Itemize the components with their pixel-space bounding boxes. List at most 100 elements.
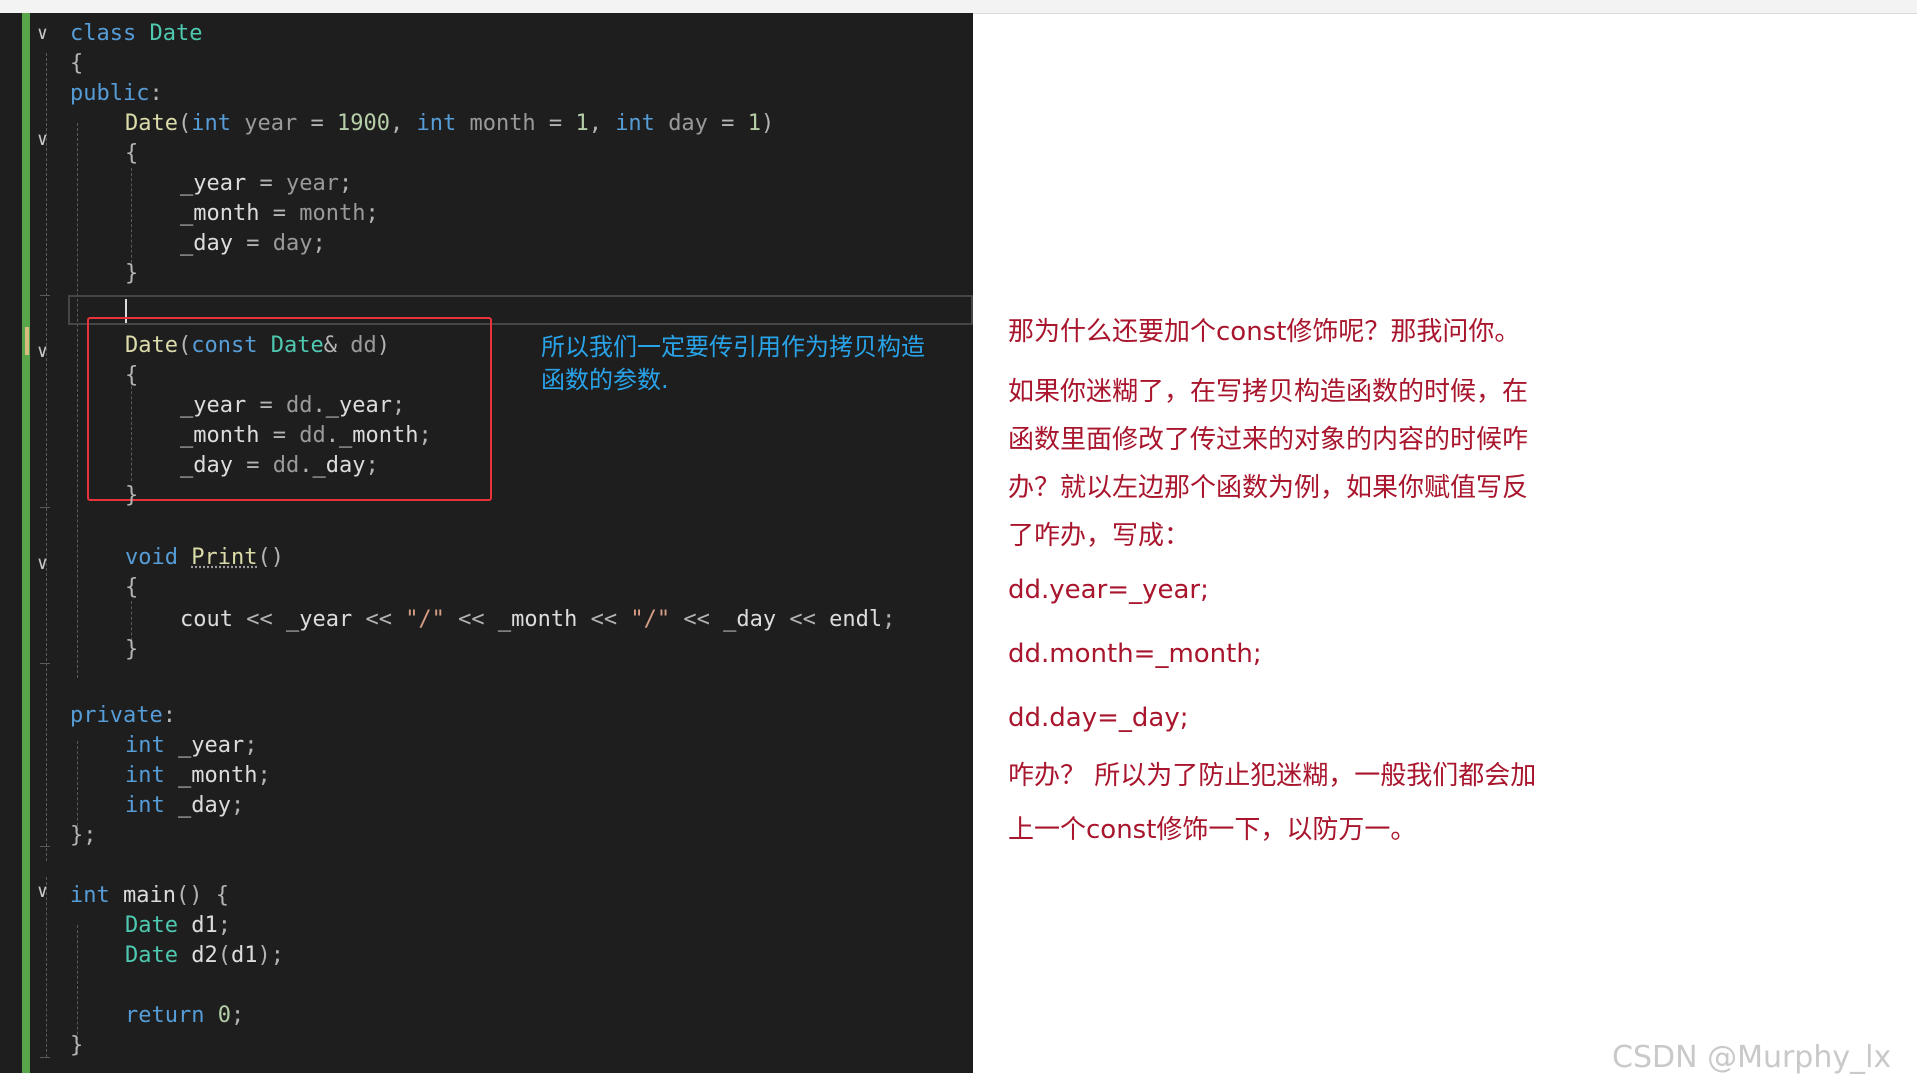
code-line-3[interactable]: public:: [70, 79, 163, 109]
code-token: return: [125, 1003, 205, 1028]
code-token: 1900: [336, 111, 390, 136]
code-line-27[interactable]: };: [70, 821, 97, 851]
code-token: );: [257, 943, 284, 968]
code-token: (): [257, 545, 284, 570]
code-token: dd: [272, 453, 300, 478]
code-token: day: [272, 231, 313, 256]
fold-chevron-constructor[interactable]: ∨: [37, 125, 48, 155]
code-token: ): [760, 111, 775, 136]
code-token: .: [299, 453, 313, 478]
code-token: :: [162, 703, 176, 728]
code-token: int: [70, 883, 110, 908]
code-line-19[interactable]: {: [125, 573, 138, 603]
code-line-14[interactable]: _month = dd._month;: [180, 421, 432, 451]
code-line-8[interactable]: _day = day;: [180, 229, 326, 259]
note-line: dd.month=_month;: [1008, 639, 1262, 669]
code-line-9[interactable]: }: [125, 259, 138, 289]
fold-end-tick: [40, 507, 50, 508]
code-line-12[interactable]: {: [125, 361, 138, 391]
code-line-13[interactable]: _year = dd._year;: [180, 391, 405, 421]
code-line-7[interactable]: _month = month;: [180, 199, 379, 229]
code-token: <<: [232, 607, 286, 632]
note-line: 办？就以左边那个函数为例，如果你赋值写反: [1008, 473, 1529, 503]
code-line-29[interactable]: int main() {: [70, 881, 229, 911]
code-line-30[interactable]: Date d1;: [125, 911, 231, 941]
code-token: cout: [180, 607, 233, 632]
fold-chevron-main[interactable]: ∨: [37, 877, 48, 907]
code-token: 1: [575, 111, 589, 136]
code-token: year: [244, 111, 298, 136]
code-line-15[interactable]: _day = dd._day;: [180, 451, 379, 481]
code-token: int: [125, 793, 165, 818]
code-line-11[interactable]: Date(const Date& dd): [125, 331, 390, 361]
code-line-18[interactable]: void Print(): [125, 543, 284, 573]
code-token: dd: [350, 333, 377, 358]
code-token: =: [232, 231, 273, 256]
code-token: year: [285, 171, 339, 196]
code-token: 0: [217, 1003, 231, 1028]
code-token: ;: [312, 231, 326, 256]
code-token: ,: [389, 111, 417, 136]
code-token: int: [191, 111, 231, 136]
note-line: 咋办？ 所以为了防止犯迷糊，一般我们都会加: [1008, 761, 1537, 791]
code-token: <<: [352, 607, 406, 632]
code-token: d2: [191, 943, 218, 968]
code-line-5[interactable]: {: [125, 139, 138, 169]
code-token: Date: [125, 913, 178, 938]
code-token: void: [125, 545, 178, 570]
note-line: dd.year=_year;: [1008, 575, 1209, 605]
code-token: Print: [191, 545, 258, 570]
code-line-2[interactable]: {: [70, 49, 83, 79]
code-token: }: [125, 483, 139, 508]
code-line-6[interactable]: _year = year;: [180, 169, 352, 199]
fold-chevron-class[interactable]: ∨: [37, 19, 48, 49]
code-token: <<: [670, 607, 724, 632]
code-token: <<: [776, 607, 830, 632]
indent-guide: [77, 123, 78, 678]
code-line-34[interactable]: }: [70, 1031, 83, 1061]
code-token: _month: [180, 201, 260, 226]
code-line-26[interactable]: int _day;: [125, 791, 244, 821]
fold-chevron-print[interactable]: ∨: [37, 549, 48, 579]
code-line-21[interactable]: }: [125, 635, 138, 665]
code-line-16[interactable]: }: [125, 481, 138, 511]
code-token: Date: [125, 333, 178, 358]
code-token: ;: [230, 1003, 245, 1028]
code-line-24[interactable]: int _year;: [125, 731, 257, 761]
fold-end-tick: [40, 295, 50, 296]
note-line: 上一个const修饰一下，以防万一。: [1008, 815, 1417, 845]
code-line-33[interactable]: return 0;: [125, 1001, 244, 1031]
code-line-1[interactable]: class Date: [70, 19, 202, 49]
code-line-4[interactable]: Date(int year = 1900, int month = 1, int…: [125, 109, 774, 139]
code-line-23[interactable]: private:: [70, 701, 176, 731]
code-line-25[interactable]: int _month;: [125, 761, 271, 791]
code-token: _year: [285, 607, 353, 632]
code-token: Date: [125, 111, 178, 136]
code-line-31[interactable]: Date d2(d1);: [125, 941, 284, 971]
note-line: 如果你迷糊了，在写拷贝构造函数的时候，在: [1008, 377, 1529, 407]
code-editor[interactable]: ∨ ∨ ∨ ∨ ∨ class Date { public: Date(int …: [0, 13, 973, 1073]
code-token: {: [70, 51, 84, 76]
annotation-line-1: 所以我们一定要传引用作为拷贝构造: [541, 333, 925, 361]
note-line: dd.day=_day;: [1008, 703, 1189, 733]
code-line-20[interactable]: cout << _year << "/" << _month << "/" <<…: [180, 605, 895, 635]
code-token: (: [177, 333, 192, 358]
code-token: _day: [723, 607, 777, 632]
editor-bottom-margin: [0, 1073, 973, 1092]
code-token: int: [416, 111, 457, 136]
code-token: d1: [191, 913, 218, 938]
code-token: }: [125, 637, 139, 662]
note-line: 那为什么还要加个const修饰呢？那我问你。: [1008, 317, 1521, 347]
code-token: public: [70, 81, 150, 106]
code-token: ;: [230, 793, 245, 818]
fold-end-tick: [40, 846, 50, 847]
code-token: int: [615, 111, 655, 136]
code-token: _year: [178, 733, 245, 758]
code-token: <<: [577, 607, 631, 632]
code-token: .: [325, 423, 339, 448]
fold-chevron-copy-constructor[interactable]: ∨: [37, 337, 48, 367]
